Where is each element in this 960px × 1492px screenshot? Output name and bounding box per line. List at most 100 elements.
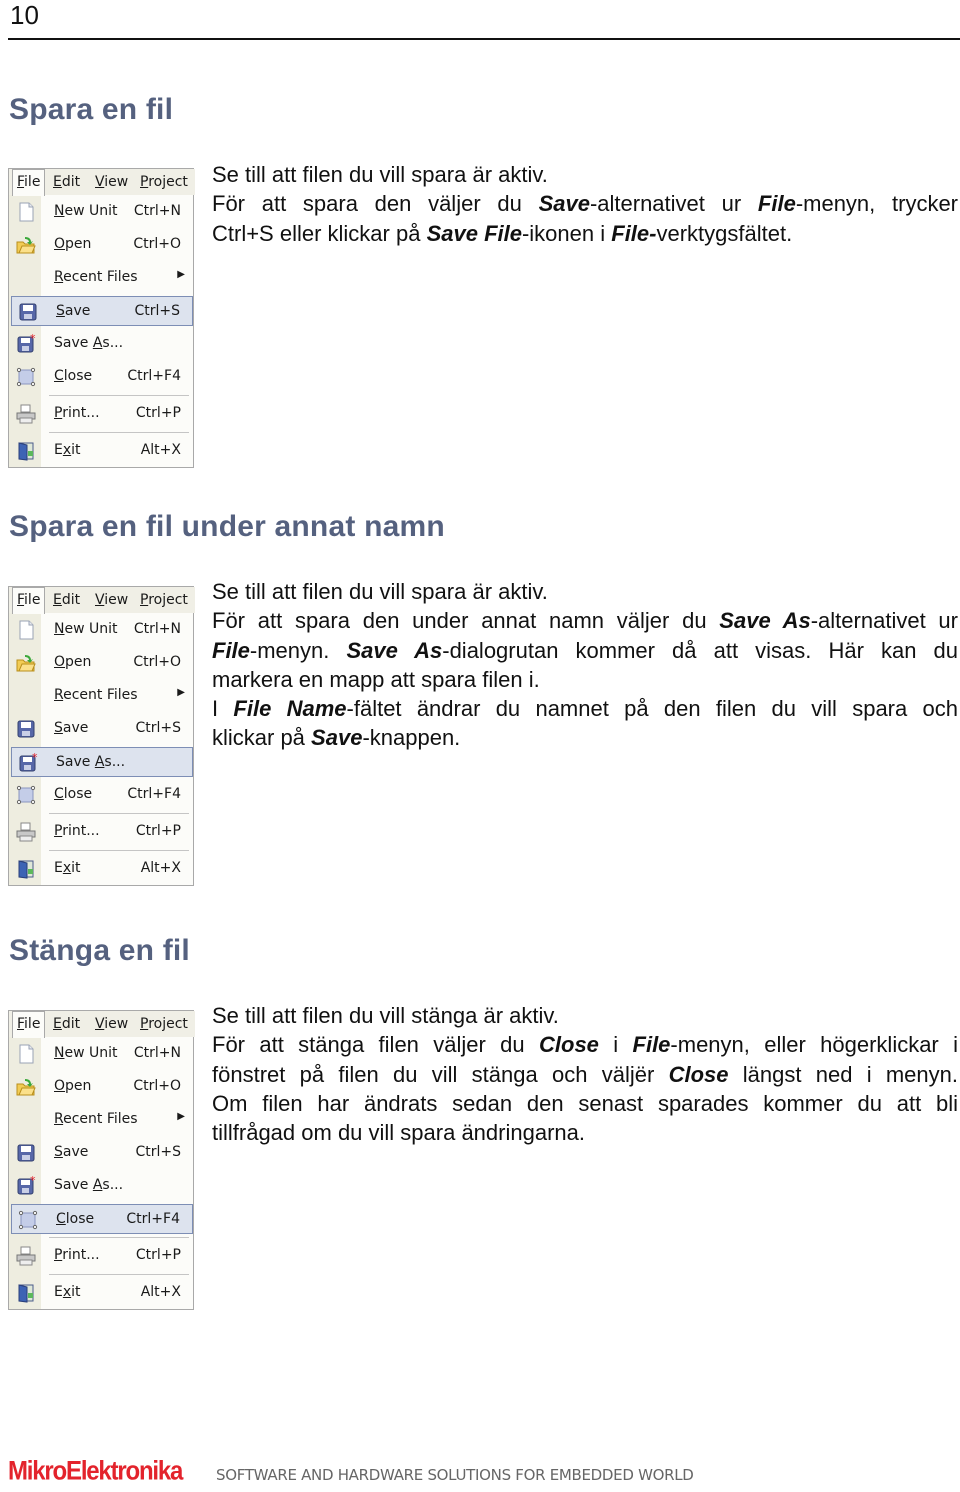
menu-item-save[interactable]: Save Ctrl+S — [10, 1138, 193, 1168]
menu-item-label: Close — [54, 786, 93, 802]
menubar-item-project[interactable]: Project — [140, 174, 188, 190]
paragraph-line: Se till att filen du vill spara är aktiv… — [212, 579, 548, 604]
svg-text:*: * — [32, 753, 38, 764]
menu-item-exit[interactable]: Exit Alt+X — [10, 436, 193, 466]
menu-separator — [49, 1237, 189, 1238]
brand-logo: MikroElektronika — [8, 1456, 183, 1487]
save-icon — [18, 302, 38, 322]
section-paragraph: Se till att filen du vill stänga är akti… — [212, 1001, 958, 1147]
menu-item-label: Save — [56, 303, 91, 319]
emphasis-term: Save As — [346, 637, 443, 663]
menu-separator — [49, 395, 189, 396]
save-as-icon: * — [16, 332, 36, 354]
menubar-item-edit[interactable]: Edit — [53, 174, 80, 190]
menu-item-shortcut: Alt+X — [140, 860, 181, 876]
emphasis-term: File- — [611, 220, 657, 246]
paragraph-line: Ctrl+S eller klickar på Save File-ikonen… — [212, 220, 793, 246]
menu-item-save[interactable]: Save Ctrl+S — [11, 296, 193, 326]
menu-item-label: Print... — [54, 1247, 100, 1263]
menu-item-exit[interactable]: Exit Alt+X — [10, 854, 193, 884]
submenu-arrow-icon: ▶ — [177, 1111, 185, 1122]
menubar-item-file[interactable]: File — [12, 587, 46, 614]
save-icon — [16, 719, 36, 739]
emphasis-term: File — [212, 637, 250, 663]
menu-item-recent[interactable]: Recent Files ▶ — [10, 681, 193, 711]
brand-tagline: SOFTWARE AND HARDWARE SOLUTIONS FOR EMBE… — [216, 1466, 694, 1484]
emphasis-term: Close — [668, 1061, 729, 1087]
menu-item-open[interactable]: Open Ctrl+O — [10, 648, 193, 678]
menu-item-open[interactable]: Open Ctrl+O — [10, 1072, 193, 1102]
menubar-item-view[interactable]: View — [95, 592, 128, 608]
menu-item-shortcut: Ctrl+P — [135, 1247, 181, 1263]
menu-separator — [49, 1274, 189, 1275]
menubar-item-project[interactable]: Project — [140, 1016, 188, 1032]
menu-item-save[interactable]: Save Ctrl+S — [10, 714, 193, 744]
menu-item-label: Open — [54, 654, 92, 670]
menu-item-exit[interactable]: Exit Alt+X — [10, 1278, 193, 1308]
section-heading: Stänga en fil — [9, 934, 190, 967]
menu-item-shortcut: Ctrl+O — [133, 1078, 181, 1094]
submenu-arrow-icon: ▶ — [177, 687, 185, 698]
paragraph-line: fönstret på filen du vill stänga och väl… — [212, 1061, 958, 1087]
new-file-icon — [16, 1044, 36, 1064]
save-icon — [16, 1143, 36, 1163]
menu-item-label: New Unit — [54, 621, 118, 637]
menubar-item-view[interactable]: View — [95, 174, 128, 190]
menu-item-open[interactable]: Open Ctrl+O — [10, 230, 193, 260]
menu-item-shortcut: Ctrl+F4 — [127, 368, 181, 384]
paragraph-line: För att stänga filen väljer du Close i F… — [212, 1032, 958, 1058]
menu-item-save-as[interactable]: * Save As... — [11, 747, 193, 777]
menu-item-label: Open — [54, 236, 92, 252]
menubar-item-edit[interactable]: Edit — [53, 592, 80, 608]
menu-item-print[interactable]: Print... Ctrl+P — [10, 1241, 193, 1271]
section-heading: Spara en fil — [9, 93, 174, 126]
menu-item-shortcut: Ctrl+O — [133, 236, 181, 252]
menu-item-print[interactable]: Print... Ctrl+P — [10, 817, 193, 847]
menu-item-new-unit[interactable]: New Unit Ctrl+N — [10, 615, 193, 645]
emphasis-term: Close — [539, 1032, 599, 1058]
printer-icon — [16, 404, 36, 424]
menu-item-new-unit[interactable]: New Unit Ctrl+N — [10, 1039, 193, 1069]
menu-item-close[interactable]: Close Ctrl+F4 — [11, 1204, 193, 1234]
menu-item-label: Close — [54, 368, 93, 384]
menu-item-close[interactable]: Close Ctrl+F4 — [10, 362, 193, 392]
menu-item-save-as[interactable]: * Save As... — [10, 329, 193, 359]
menu-item-save-as[interactable]: * Save As... — [10, 1171, 193, 1201]
printer-icon — [16, 1246, 36, 1266]
svg-text:*: * — [30, 1176, 36, 1187]
menubar-item-project[interactable]: Project — [140, 592, 188, 608]
menu-item-close[interactable]: Close Ctrl+F4 — [10, 780, 193, 810]
exit-door-icon — [16, 859, 36, 879]
menu-item-label: Exit — [54, 860, 81, 876]
file-menu-screenshot: File Edit View Project New Unit Ctrl+N Open Ctr… — [8, 586, 195, 886]
menu-item-shortcut: Ctrl+F4 — [126, 1211, 180, 1227]
menu-item-new-unit[interactable]: New Unit Ctrl+N — [10, 197, 193, 227]
menu-item-label: Exit — [54, 442, 81, 458]
save-as-icon: * — [18, 751, 38, 773]
menu-item-shortcut: Ctrl+N — [133, 1045, 181, 1061]
menu-item-shortcut: Ctrl+N — [133, 203, 181, 219]
paragraph-line: Om filen har ändrats sedan den senast sp… — [212, 1090, 958, 1116]
menu-item-label: Save As... — [54, 335, 124, 351]
menu-item-label: Save As... — [54, 1177, 124, 1193]
menubar-item-file[interactable]: File — [12, 169, 46, 196]
paragraph-line: Se till att filen du vill spara är aktiv… — [212, 162, 548, 187]
printer-icon — [16, 822, 36, 842]
menubar-item-edit[interactable]: Edit — [53, 1016, 80, 1032]
exit-door-icon — [16, 1283, 36, 1303]
menu-item-recent[interactable]: Recent Files ▶ — [10, 263, 193, 293]
menubar-item-file[interactable]: File — [12, 1011, 46, 1038]
menu-item-print[interactable]: Print... Ctrl+P — [10, 399, 193, 429]
page-number: 10 — [10, 0, 39, 30]
menu-item-shortcut: Ctrl+S — [135, 720, 181, 736]
menu-item-label: Open — [54, 1078, 92, 1094]
menubar-item-view[interactable]: View — [95, 1016, 128, 1032]
menu-item-shortcut: Ctrl+P — [135, 823, 181, 839]
menu-item-label: Close — [56, 1211, 95, 1227]
emphasis-term: Save — [538, 191, 590, 217]
emphasis-term: Save As — [719, 608, 811, 634]
menu-item-recent[interactable]: Recent Files ▶ — [10, 1105, 193, 1135]
menu-item-label: Save — [54, 1144, 89, 1160]
section-heading: Spara en fil under annat namn — [9, 510, 445, 543]
menu-item-shortcut: Ctrl+S — [134, 303, 180, 319]
